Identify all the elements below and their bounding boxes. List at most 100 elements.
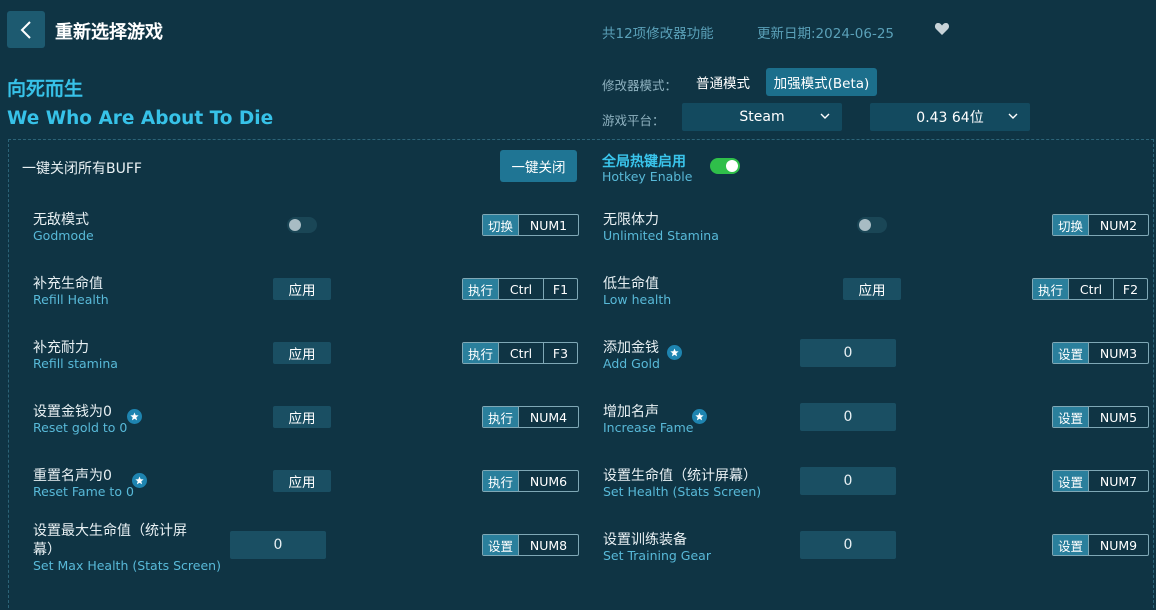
hotkey-action: 切换 (483, 215, 518, 235)
apply-button[interactable]: 应用 (273, 278, 331, 300)
hotkey-group[interactable]: 执行 Ctrl F1 (462, 278, 578, 300)
feature-label: 无敌模式 (33, 212, 89, 228)
hotkey-action: 设置 (483, 535, 518, 555)
hotkey-action: 切换 (1053, 215, 1088, 235)
value-input[interactable]: 0 (230, 531, 326, 559)
feature-sublabel: Increase Fame (603, 420, 694, 435)
star-icon (132, 473, 147, 488)
hotkey-group[interactable]: 设置 NUM7 (1052, 470, 1149, 492)
hotkey-key: NUM4 (518, 407, 578, 427)
hotkey-action: 执行 (463, 279, 498, 299)
feature-label: 设置训练装备 (603, 532, 687, 548)
feature-label: 低生命值 (603, 276, 659, 292)
hotkey-action: 设置 (1053, 535, 1088, 555)
hotkey-key: Ctrl (498, 343, 543, 363)
star-icon (127, 409, 142, 424)
hotkey-group[interactable]: 执行 Ctrl F3 (462, 342, 578, 364)
hotkey-group[interactable]: 设置 NUM5 (1052, 406, 1149, 428)
feature-label: 设置金钱为0 (33, 404, 112, 420)
hotkey-group[interactable]: 切换 NUM2 (1052, 214, 1149, 236)
hotkey-action: 设置 (1053, 407, 1088, 427)
feature-label: 设置生命值（统计屏幕） (603, 468, 757, 484)
hotkey-group[interactable]: 执行 NUM4 (482, 406, 579, 428)
apply-button[interactable]: 应用 (273, 342, 331, 364)
platform-value: Steam (739, 109, 785, 125)
hotkey-key: NUM7 (1088, 471, 1148, 491)
godmode-toggle[interactable] (287, 217, 317, 233)
chevron-down-icon (1008, 113, 1018, 119)
hotkey-group[interactable]: 设置 NUM8 (482, 534, 579, 556)
hotkey-action: 执行 (1033, 279, 1068, 299)
hotkey-key: NUM8 (518, 535, 578, 555)
heart-icon[interactable] (934, 21, 950, 37)
hotkey-key: F2 (1113, 279, 1147, 299)
hotkey-key: NUM9 (1088, 535, 1148, 555)
game-name-cn: 向死而生 (7, 78, 84, 100)
hotkey-action: 执行 (483, 471, 518, 491)
feature-label: 重置名声为0 (33, 468, 112, 484)
hotkey-subtitle: Hotkey Enable (602, 169, 693, 184)
hotkey-group[interactable]: 执行 Ctrl F2 (1032, 278, 1148, 300)
star-icon (692, 409, 707, 424)
feature-sublabel: Reset gold to 0 (33, 420, 128, 435)
hotkey-action: 执行 (483, 407, 518, 427)
mode-label: 修改器模式： (602, 78, 678, 93)
feature-sublabel: Reset Fame to 0 (33, 484, 134, 499)
hotkey-key: NUM5 (1088, 407, 1148, 427)
hotkey-key: NUM1 (518, 215, 578, 235)
apply-button[interactable]: 应用 (843, 278, 901, 300)
value-input[interactable]: 0 (800, 339, 896, 367)
feature-sublabel: Unlimited Stamina (603, 228, 719, 243)
page-title: 重新选择游戏 (55, 22, 163, 43)
version-select[interactable]: 0.43 64位 (870, 103, 1030, 131)
mode-normal-button[interactable]: 普通模式 (683, 69, 763, 95)
chevron-down-icon (820, 113, 830, 119)
feature-count: 共12项修改器功能 (602, 26, 714, 42)
platform-label: 游戏平台： (602, 113, 665, 128)
value-input[interactable]: 0 (800, 531, 896, 559)
hotkey-action: 设置 (1053, 343, 1088, 363)
star-icon (667, 345, 682, 360)
update-date: 更新日期:2024-06-25 (757, 26, 895, 42)
back-button[interactable] (7, 11, 45, 48)
hotkey-key: Ctrl (498, 279, 543, 299)
feature-sublabel: Godmode (33, 228, 94, 243)
feature-label-line2: 幕） (33, 542, 61, 558)
feature-label: 增加名声 (603, 404, 659, 420)
mode-beta-button[interactable]: 加强模式(Beta) (766, 68, 877, 96)
hotkey-group[interactable]: 设置 NUM3 (1052, 342, 1149, 364)
hotkey-key: NUM3 (1088, 343, 1148, 363)
feature-label: 补充生命值 (33, 276, 103, 292)
close-all-button[interactable]: 一键关闭 (500, 150, 577, 182)
hotkey-key: NUM2 (1088, 215, 1148, 235)
feature-label: 添加金钱 (603, 340, 659, 356)
apply-button[interactable]: 应用 (273, 406, 331, 428)
feature-sublabel: Add Gold (603, 356, 660, 371)
game-name-en: We Who Are About To Die (7, 108, 274, 129)
feature-sublabel: Low health (603, 292, 672, 307)
value-input[interactable]: 0 (800, 467, 896, 495)
feature-sublabel: Refill Health (33, 292, 109, 307)
hotkey-group[interactable]: 设置 NUM9 (1052, 534, 1149, 556)
apply-button[interactable]: 应用 (273, 470, 331, 492)
feature-label: 补充耐力 (33, 340, 89, 356)
hotkey-group[interactable]: 执行 NUM6 (482, 470, 579, 492)
version-value: 0.43 64位 (916, 110, 984, 126)
feature-label: 无限体力 (603, 212, 659, 228)
value-input[interactable]: 0 (800, 403, 896, 431)
close-all-label: 一键关闭所有BUFF (22, 161, 142, 177)
hotkey-group[interactable]: 切换 NUM1 (482, 214, 579, 236)
chevron-left-icon (20, 20, 31, 39)
feature-sublabel: Set Training Gear (603, 548, 711, 563)
platform-select[interactable]: Steam (682, 103, 842, 131)
hotkey-key: NUM6 (518, 471, 578, 491)
unlimited-stamina-toggle[interactable] (857, 217, 887, 233)
hotkey-key: Ctrl (1068, 279, 1113, 299)
hotkey-title: 全局热键启用 (602, 154, 686, 170)
hotkey-key: F3 (543, 343, 577, 363)
hotkey-toggle[interactable] (710, 158, 740, 174)
feature-label: 设置最大生命值（统计屏 (33, 523, 187, 539)
hotkey-action: 执行 (463, 343, 498, 363)
feature-sublabel: Refill stamina (33, 356, 118, 371)
feature-sublabel: Set Max Health (Stats Screen) (33, 558, 221, 573)
